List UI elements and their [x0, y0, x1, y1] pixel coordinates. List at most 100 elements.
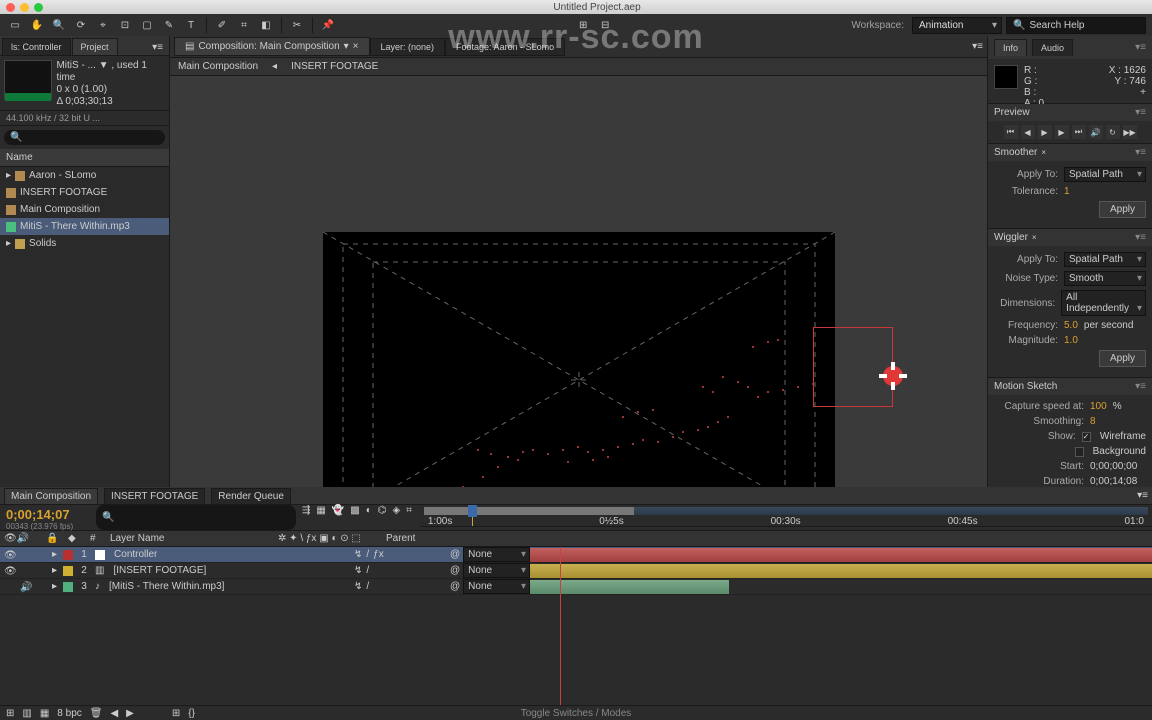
project-item[interactable]: ▸Aaron - SLomo: [0, 167, 169, 184]
motion-blur-icon[interactable]: ◐: [366, 505, 372, 530]
first-frame-button[interactable]: ⏮: [1004, 125, 1018, 139]
pen-tool[interactable]: ✎: [160, 16, 178, 34]
panel-menu-icon[interactable]: ▾≡: [1135, 381, 1146, 392]
background-checkbox[interactable]: [1075, 447, 1084, 457]
tolerance-value[interactable]: 1: [1064, 186, 1070, 197]
clone-tool[interactable]: ⌗: [235, 16, 253, 34]
timeline-tab-main[interactable]: Main Composition: [4, 488, 98, 504]
anchor-point-icon[interactable]: [879, 362, 907, 390]
parent-select[interactable]: None: [463, 547, 530, 562]
snap-icon[interactable]: ⊞: [574, 16, 592, 34]
project-item-selected[interactable]: MitiS - There Within.mp3: [0, 218, 169, 235]
camera-tool[interactable]: ⌖: [94, 16, 112, 34]
eraser-tool[interactable]: ◧: [257, 16, 275, 34]
rotation-tool[interactable]: ⟳: [72, 16, 90, 34]
timeline-tab-insert[interactable]: INSERT FOOTAGE: [104, 488, 205, 504]
tab-info[interactable]: Info: [994, 39, 1027, 56]
wireframe-checkbox[interactable]: [1082, 432, 1091, 442]
next-icon[interactable]: ▶: [126, 708, 134, 719]
layer-row-insert-footage[interactable]: 👁 ▸ 2 ▥ [INSERT FOOTAGE] ↯/ @None: [0, 563, 1152, 579]
shy-icon[interactable]: 👻: [332, 505, 344, 530]
layer-name[interactable]: [MitiS - There Within.mp3]: [106, 580, 346, 593]
project-item[interactable]: ▸Solids: [0, 235, 169, 252]
flowchart-main[interactable]: Main Composition: [178, 61, 258, 72]
search-help-input[interactable]: 🔍 Search Help: [1006, 17, 1146, 34]
ram-preview-button[interactable]: ▶▶: [1123, 125, 1137, 139]
apply-to-select[interactable]: Spatial Path: [1064, 167, 1146, 182]
frame-blend-icon[interactable]: ▩: [350, 505, 359, 530]
tab-composition[interactable]: ▤Composition: Main Composition▾×: [174, 37, 370, 56]
timeline-timecode[interactable]: 0;00;14;07: [6, 507, 90, 522]
pickwhip-icon[interactable]: @: [450, 549, 460, 560]
brainstorm-icon[interactable]: ⌬: [378, 505, 387, 530]
panel-menu-icon[interactable]: ▾≡: [1135, 107, 1146, 118]
tab-project[interactable]: Project: [72, 38, 118, 55]
graph-editor-icon[interactable]: ⌗: [406, 505, 412, 530]
comp-mini-flowchart-icon[interactable]: ⇶: [302, 505, 310, 530]
project-settings-icon[interactable]: ⊞: [6, 708, 14, 719]
new-comp-icon[interactable]: ▦: [40, 708, 49, 719]
panel-menu-icon[interactable]: ▾≡: [1135, 232, 1146, 243]
draft-3d-icon[interactable]: ▦: [316, 505, 325, 530]
play-button[interactable]: ▶: [1038, 125, 1052, 139]
parent-select[interactable]: None: [463, 563, 530, 578]
loop-button[interactable]: ↻: [1106, 125, 1120, 139]
flowchart-nested[interactable]: INSERT FOOTAGE: [291, 61, 378, 72]
layer-color[interactable]: [63, 550, 73, 560]
minimize-window[interactable]: [20, 3, 29, 12]
dimensions-select[interactable]: All Independently: [1061, 290, 1146, 316]
composition-canvas[interactable]: [323, 232, 835, 528]
next-frame-button[interactable]: ▶: [1055, 125, 1069, 139]
apply-to-select[interactable]: Spatial Path: [1064, 252, 1146, 267]
tab-layer[interactable]: Layer: (none): [370, 38, 446, 56]
mute-button[interactable]: 🔊: [1089, 125, 1103, 139]
last-frame-button[interactable]: ⏭: [1072, 125, 1086, 139]
bpc-button[interactable]: 8 bpc: [57, 708, 81, 719]
layer-name[interactable]: Controller: [111, 548, 346, 561]
layer-row-audio[interactable]: 🔊 ▸ 3 ♪ [MitiS - There Within.mp3] ↯/ @N…: [0, 579, 1152, 595]
video-toggle[interactable]: 👁: [4, 550, 14, 560]
apply-button[interactable]: Apply: [1099, 201, 1146, 218]
audio-toggle[interactable]: 🔊: [20, 582, 30, 592]
tab-footage[interactable]: Footage: Aaron - SLomo: [445, 38, 565, 56]
new-folder-icon[interactable]: ▥: [22, 708, 31, 719]
timeline-tab-render[interactable]: Render Queue: [211, 488, 291, 504]
layer-bar[interactable]: [530, 564, 1152, 578]
apply-button[interactable]: Apply: [1099, 350, 1146, 367]
auto-keyframe-icon[interactable]: ◈: [393, 505, 401, 530]
type-tool[interactable]: T: [182, 16, 200, 34]
pickwhip-icon[interactable]: @: [450, 565, 460, 576]
time-ruler[interactable]: 1:00s 0½5s 00:30s 00:45s 01:0: [420, 505, 1152, 527]
current-time-indicator[interactable]: [472, 505, 473, 526]
video-toggle[interactable]: 👁: [4, 566, 14, 576]
noise-type-select[interactable]: Smooth: [1064, 271, 1146, 286]
close-icon[interactable]: ×: [1032, 233, 1037, 242]
smoothing-value[interactable]: 8: [1090, 416, 1096, 427]
timeline-search[interactable]: 🔍: [96, 505, 296, 530]
parent-select[interactable]: None: [463, 579, 530, 594]
delete-icon[interactable]: 🗑: [90, 708, 103, 719]
project-item[interactable]: INSERT FOOTAGE: [0, 184, 169, 201]
tab-audio[interactable]: Audio: [1032, 39, 1073, 56]
puppet-tool[interactable]: 📌: [319, 16, 337, 34]
zoom-window[interactable]: [34, 3, 43, 12]
close-icon[interactable]: ×: [1041, 148, 1046, 157]
prev-frame-button[interactable]: ◀: [1021, 125, 1035, 139]
selection-tool[interactable]: ▭: [6, 16, 24, 34]
project-column-name[interactable]: Name: [0, 149, 169, 167]
hand-tool[interactable]: ✋: [28, 16, 46, 34]
pickwhip-icon[interactable]: @: [450, 581, 460, 592]
prev-icon[interactable]: ◀: [110, 708, 118, 719]
panel-menu-icon[interactable]: ▾≡: [1137, 490, 1148, 501]
layer-name[interactable]: [INSERT FOOTAGE]: [110, 564, 346, 577]
brush-tool[interactable]: ✐: [213, 16, 231, 34]
zoom-tool[interactable]: 🔍: [50, 16, 68, 34]
pan-behind-tool[interactable]: ⊡: [116, 16, 134, 34]
frequency-value[interactable]: 5.0: [1064, 320, 1078, 331]
panel-menu-icon[interactable]: ▾≡: [1135, 42, 1146, 53]
tab-effect-controls[interactable]: ls: Controller: [2, 38, 71, 55]
layer-color[interactable]: [63, 582, 73, 592]
roto-tool[interactable]: ✂: [288, 16, 306, 34]
panel-menu-icon[interactable]: ▾≡: [1135, 147, 1146, 158]
layer-color[interactable]: [63, 566, 73, 576]
